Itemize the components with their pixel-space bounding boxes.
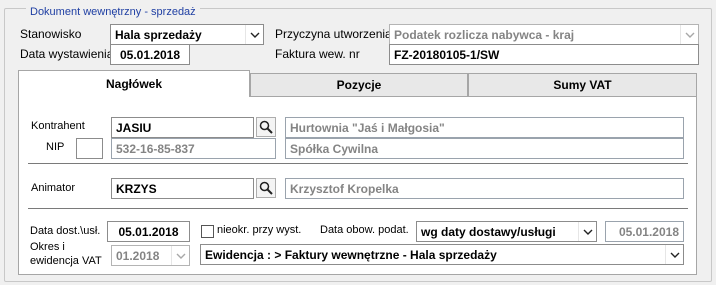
stanowisko-label: Stanowisko <box>20 27 82 41</box>
tab-sumy-vat[interactable]: Sumy VAT <box>468 73 697 96</box>
tab-pozycje[interactable]: Pozycje <box>250 73 468 96</box>
chevron-down-icon[interactable] <box>245 25 263 44</box>
magnifier-icon <box>259 181 273 195</box>
kontrahent-label: Kontrahent <box>31 120 85 132</box>
okres-label-line1: Okres i <box>30 241 65 253</box>
data-obowiazku-mode-select[interactable]: wg daty dostawy/usługi <box>416 221 597 242</box>
animator-code-input[interactable]: KRZYS <box>111 178 254 199</box>
ewidencja-vat-value: Ewidencja : > Faktury wewnętrzne - Hala … <box>205 247 497 262</box>
chevron-down-icon[interactable] <box>665 245 683 264</box>
data-dostawy-input[interactable]: 05.01.2018 <box>107 221 190 242</box>
data-dostawy-label: Data dost.\usł. <box>30 225 101 237</box>
okres-select[interactable]: 01.2018 <box>111 245 190 266</box>
okres-label-line2: ewidencja VAT <box>30 255 102 267</box>
kontrahent-name-field: Hurtownia "Jaś i Małgosia" <box>285 117 684 138</box>
animator-label: Animator <box>31 182 76 194</box>
window-title: Dokument wewnętrzny - sprzedaż <box>26 6 200 18</box>
chevron-down-icon[interactable] <box>680 25 698 44</box>
animator-search-button[interactable] <box>256 178 276 198</box>
chevron-down-icon[interactable] <box>578 222 596 241</box>
magnifier-icon <box>259 120 273 134</box>
stanowisko-value: Hala sprzedaży <box>115 27 202 42</box>
section-divider <box>28 163 688 164</box>
kontrahent-code-input[interactable]: JASIU <box>111 117 254 138</box>
faktura-number-input[interactable]: FZ-20180105-1/SW <box>389 44 699 65</box>
nip-label: NIP <box>46 141 65 153</box>
ewidencja-vat-select[interactable]: Ewidencja : > Faktury wewnętrzne - Hala … <box>200 244 684 265</box>
przyczyna-value: Podatek rozlicza nabywca - kraj <box>394 27 575 42</box>
nieokreslona-checkbox[interactable] <box>201 225 214 238</box>
data-wystawienia-input[interactable]: 05.01.2018 <box>110 44 190 65</box>
tab-naglowek[interactable]: Nagłówek <box>18 70 250 97</box>
kontrahent-search-button[interactable] <box>256 117 276 137</box>
data-obowiazku-label: Data obow. podat. <box>320 224 409 236</box>
kontrahent-form-field: Spółka Cywilna <box>285 138 684 159</box>
nieokreslona-label: nieokr. przy wyst. <box>217 224 302 236</box>
data-obowiazku-mode-value: wg daty dostawy/usługi <box>421 224 556 239</box>
data-wystawienia-label: Data wystawienia <box>20 47 114 61</box>
faktura-label: Faktura wew. nr <box>275 47 360 61</box>
data-obowiazku-value-field: 05.01.2018 <box>605 221 684 242</box>
nip-prefix-input[interactable] <box>76 138 103 159</box>
chevron-down-icon[interactable] <box>171 246 189 265</box>
nip-value-field: 532-16-85-837 <box>111 138 276 159</box>
section-divider <box>28 208 688 209</box>
animator-name-field: Krzysztof Kropelka <box>285 178 684 199</box>
przyczyna-select[interactable]: Podatek rozlicza nabywca - kraj <box>389 24 699 45</box>
okres-value: 01.2018 <box>116 248 160 263</box>
przyczyna-label: Przyczyna utworzenia <box>275 27 392 41</box>
stanowisko-select[interactable]: Hala sprzedaży <box>110 24 264 45</box>
